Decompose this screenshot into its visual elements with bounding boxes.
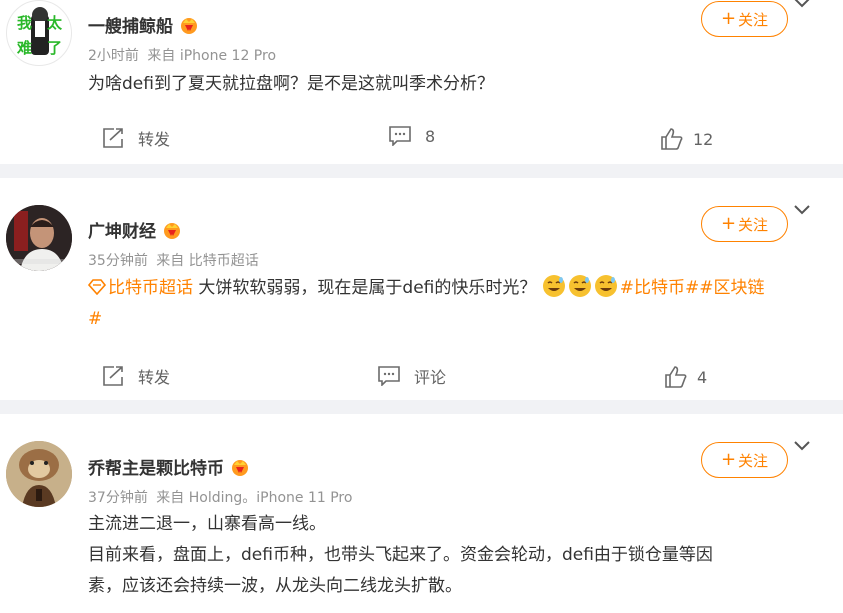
avatar[interactable] bbox=[6, 441, 72, 507]
emoji-icon bbox=[568, 275, 591, 297]
comment-button[interactable]: 8 bbox=[389, 126, 435, 146]
comment-count: 8 bbox=[425, 126, 436, 146]
post-meta: 2小时前 来自 iPhone 12 Pro bbox=[88, 45, 276, 65]
emoji-icon bbox=[594, 275, 617, 297]
chevron-down-icon[interactable] bbox=[792, 203, 812, 217]
post-content: 比特币超话 大饼软软弱弱，现在是属于defi的快乐时光？ #比特币##区块链 # bbox=[87, 273, 828, 335]
like-button[interactable]: 12 bbox=[661, 128, 713, 150]
post-text-line: 主流进二退一，山寨看高一线。 bbox=[88, 514, 326, 534]
comment-icon bbox=[378, 366, 400, 386]
repost-icon bbox=[103, 366, 123, 386]
author-name[interactable]: 一艘捕鲸船 bbox=[88, 12, 173, 37]
repost-label: 转发 bbox=[138, 368, 171, 387]
post-card: 我 太 难 了 一艘捕鲸船 2小时前 来自 iPhone 12 Pro 为啥de… bbox=[0, 0, 843, 164]
author-name[interactable]: 乔帮主是颗比特币 bbox=[88, 454, 224, 479]
avatar[interactable]: 我 太 难 了 bbox=[6, 0, 72, 66]
like-button[interactable]: 4 bbox=[665, 366, 707, 388]
post-time[interactable]: 37分钟前 bbox=[88, 490, 148, 506]
author-name[interactable]: 广坤财经 bbox=[88, 217, 156, 242]
avatar-text-3: 难 bbox=[16, 39, 32, 57]
post-meta: 37分钟前 来自 Holding。iPhone 11 Pro bbox=[88, 487, 352, 507]
like-count: 4 bbox=[697, 367, 708, 387]
chevron-down-icon[interactable] bbox=[792, 439, 812, 453]
vip-badge-icon bbox=[232, 459, 248, 476]
repost-button[interactable]: 转发 bbox=[102, 126, 170, 150]
plus-icon: + bbox=[720, 8, 737, 29]
avatar[interactable] bbox=[6, 205, 72, 271]
like-icon bbox=[661, 128, 683, 150]
post-card: 乔帮主是颗比特币 37分钟前 来自 Holding。iPhone 11 Pro … bbox=[0, 414, 843, 613]
vip-badge-icon bbox=[164, 222, 180, 239]
follow-button[interactable]: + 关注 bbox=[701, 206, 788, 242]
post-time[interactable]: 35分钟前 bbox=[88, 253, 148, 269]
avatar-image bbox=[6, 205, 72, 271]
comment-button[interactable]: 评论 bbox=[378, 364, 446, 388]
hashtag-link[interactable]: #比特币##区块链 bbox=[620, 278, 765, 298]
post-meta: 35分钟前 来自 比特币超话 bbox=[88, 250, 259, 270]
avatar-text-2: 太 bbox=[47, 14, 63, 32]
follow-label: 关注 bbox=[738, 10, 769, 29]
like-count: 12 bbox=[693, 129, 714, 149]
chevron-down-icon[interactable] bbox=[792, 0, 812, 10]
author-row: 乔帮主是颗比特币 bbox=[88, 454, 250, 479]
emoji-icon bbox=[542, 275, 565, 297]
comment-icon bbox=[389, 126, 411, 146]
vip-badge-icon bbox=[181, 17, 197, 34]
follow-label: 关注 bbox=[738, 451, 769, 470]
post-text: 大饼软软弱弱，现在是属于defi的快乐时光？ bbox=[198, 278, 537, 298]
plus-icon: + bbox=[720, 449, 737, 470]
post-source: 来自 比特币超话 bbox=[156, 253, 259, 269]
author-row: 广坤财经 bbox=[88, 217, 182, 242]
repost-label: 转发 bbox=[138, 130, 171, 149]
follow-label: 关注 bbox=[738, 215, 769, 234]
avatar-text-4: 了 bbox=[47, 39, 62, 57]
avatar-image bbox=[6, 441, 72, 507]
follow-button[interactable]: + 关注 bbox=[701, 442, 788, 478]
repost-button[interactable]: 转发 bbox=[102, 364, 170, 388]
like-icon bbox=[665, 366, 687, 388]
supertopic-link[interactable]: 比特币超话 bbox=[108, 278, 193, 298]
feed: 我 太 难 了 一艘捕鲸船 2小时前 来自 iPhone 12 Pro 为啥de… bbox=[0, 0, 843, 613]
hashtag-link[interactable]: # bbox=[88, 309, 102, 329]
avatar-text-1: 我 bbox=[17, 14, 32, 32]
author-row: 一艘捕鲸船 bbox=[88, 12, 199, 37]
post-content: 主流进二退一，山寨看高一线。 目前来看，盘面上，defi币种，也带头飞起来了。资… bbox=[88, 509, 828, 602]
post-source: 来自 iPhone 12 Pro bbox=[147, 48, 277, 64]
post-time[interactable]: 2小时前 bbox=[88, 48, 139, 64]
post-source: 来自 Holding。iPhone 11 Pro bbox=[156, 490, 353, 506]
avatar-image: 我 太 难 了 bbox=[16, 7, 63, 57]
post-text-line: 目前来看，盘面上，defi币种，也带头飞起来了。资金会轮动，defi由于锁仓量等… bbox=[88, 545, 713, 565]
repost-icon bbox=[103, 128, 123, 148]
supertopic-icon bbox=[87, 279, 107, 296]
post-content: 为啥defi到了夏天就拉盘啊？是不是这就叫季术分析？ bbox=[88, 74, 494, 94]
comment-label: 评论 bbox=[414, 368, 447, 387]
post-card: 广坤财经 35分钟前 来自 比特币超话 比特币超话 大饼软软弱弱，现在是属于de… bbox=[0, 178, 843, 400]
follow-button[interactable]: + 关注 bbox=[701, 1, 788, 37]
plus-icon: + bbox=[720, 213, 737, 234]
post-text-line: 素，应该还会持续一波，从龙头向二线龙头扩散。 bbox=[88, 576, 462, 596]
